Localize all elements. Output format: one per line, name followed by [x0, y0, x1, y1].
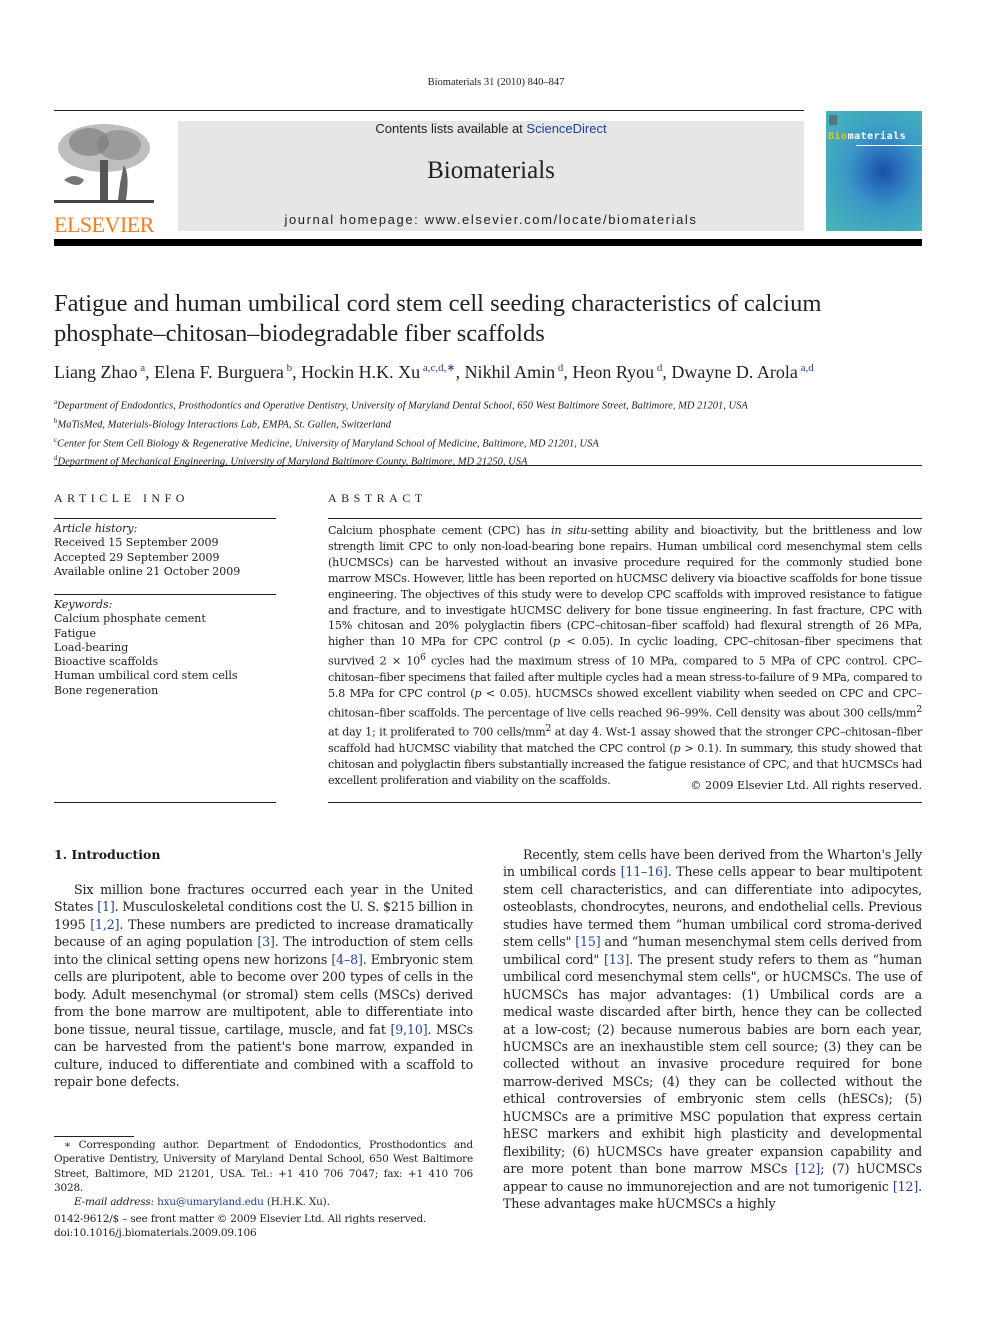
abstract-rule: [328, 518, 922, 519]
reference-link[interactable]: [11–16]: [621, 864, 668, 879]
section-rule: [54, 465, 922, 466]
header-rule: [54, 110, 804, 111]
abstract-text-italic: in situ: [551, 524, 588, 537]
affiliation-item: bMaTisMed, Materials-Biology Interaction…: [54, 414, 934, 433]
history-label: Article history:: [54, 522, 138, 535]
keyword-item: Calcium phosphate cement: [54, 612, 206, 626]
contents-prefix: Contents lists available at: [375, 121, 527, 136]
journal-banner: Contents lists available at ScienceDirec…: [178, 121, 804, 231]
abstract-rule: [328, 802, 922, 803]
header-thick-rule: [54, 239, 922, 246]
corresponding-text: ∗ Corresponding author. Department of En…: [54, 1139, 473, 1194]
keyword-item: Load-bearing: [54, 640, 129, 654]
journal-cover-image[interactable]: Biomaterials: [826, 111, 922, 231]
history-item: Accepted 29 September 2009: [54, 550, 220, 564]
journal-homepage[interactable]: journal homepage: www.elsevier.com/locat…: [178, 212, 804, 227]
journal-citation: Biomaterials 31 (2010) 840–847: [427, 77, 565, 88]
cover-title-accent: Bio: [828, 131, 848, 142]
abstract-text: Calcium phosphate cement (CPC) has: [328, 524, 552, 537]
intro-paragraph: Recently, stem cells have been derived f…: [503, 846, 922, 1213]
info-rule: [54, 802, 276, 803]
reference-link[interactable]: [3]: [257, 934, 275, 949]
article-history: Article history: Received 15 September 2…: [54, 522, 276, 579]
intro-paragraph: Six million bone fractures occurred each…: [54, 881, 473, 1090]
affiliation-list: aDepartment of Endodontics, Prosthodonti…: [54, 395, 934, 470]
keyword-item: Fatigue: [54, 626, 97, 640]
cover-title-rest: materials: [847, 131, 907, 142]
keyword-item: Bone regeneration: [54, 683, 159, 697]
keywords: Keywords: Calcium phosphate cement Fatig…: [54, 598, 276, 698]
info-rule: [54, 518, 276, 519]
cover-publisher-mark-icon: [829, 115, 837, 125]
author-list: Liang Zhao a, Elena F. Burguera b, Hocki…: [54, 362, 814, 382]
author-name: Heon Ryou: [572, 362, 655, 382]
cover-title: Biomaterials: [828, 131, 906, 142]
email-suffix: (H.H.K. Xu).: [263, 1196, 330, 1209]
reference-link[interactable]: [12]: [893, 1179, 918, 1194]
affiliation-text: Department of Endodontics, Prosthodontic…: [57, 400, 748, 412]
abstract-text-italic: p: [552, 635, 560, 649]
abstract-text: at day 1; it proliferated to 700 cells/m…: [328, 726, 546, 740]
affiliation-text: Department of Mechanical Engineering, Un…: [57, 456, 528, 468]
contents-line: Contents lists available at ScienceDirec…: [178, 121, 804, 136]
affiliation-text: MaTisMed, Materials-Biology Interactions…: [57, 419, 391, 431]
journal-name: Biomaterials: [427, 157, 555, 184]
publisher-name: ELSEVIER: [54, 212, 154, 237]
article-info-heading: ARTICLE INFO: [54, 491, 189, 505]
cover-underline: [856, 145, 922, 146]
reference-link[interactable]: [1]: [97, 899, 115, 914]
keywords-label: Keywords:: [54, 598, 113, 611]
history-item: Received 15 September 2009: [54, 536, 219, 550]
article-title: Fatigue and human umbilical cord stem ce…: [54, 290, 822, 347]
author-affiliation-marker[interactable]: a,d: [798, 362, 814, 374]
corresponding-author-footnote: ∗ Corresponding author. Department of En…: [54, 1138, 473, 1209]
keyword-item: Human umbilical cord stem cells: [54, 669, 238, 683]
abstract-text: -setting ability and bioactivity, but th…: [328, 524, 922, 649]
author-affiliation-marker[interactable]: d: [654, 362, 663, 374]
elsevier-tree-icon: [54, 120, 154, 208]
intro-left-column: Six million bone fractures occurred each…: [54, 881, 473, 1090]
author-name: Nikhil Amin: [464, 362, 556, 382]
intro-right-column: Recently, stem cells have been derived f…: [503, 846, 922, 1213]
front-matter: 0142-9612/$ – see front matter © 2009 El…: [54, 1212, 473, 1241]
issn-line: 0142-9612/$ – see front matter © 2009 El…: [54, 1213, 427, 1225]
elsevier-logo[interactable]: ELSEVIER: [54, 120, 156, 236]
sciencedirect-link[interactable]: ScienceDirect: [526, 121, 606, 136]
reference-link[interactable]: [4–8]: [331, 952, 363, 967]
email-link[interactable]: hxu@umaryland.edu: [157, 1196, 264, 1208]
author-name: Elena F. Burguera: [154, 362, 284, 382]
author-affiliation-marker[interactable]: a,c,d,∗: [420, 362, 456, 374]
history-item: Available online 21 October 2009: [54, 564, 241, 578]
abstract-body: Calcium phosphate cement (CPC) has in si…: [328, 523, 922, 789]
footnote-rule: [54, 1136, 134, 1137]
doi-line[interactable]: doi:10.1016/j.biomaterials.2009.09.106: [54, 1226, 473, 1240]
affiliation-item: dDepartment of Mechanical Engineering, U…: [54, 451, 934, 470]
reference-link[interactable]: [15]: [575, 934, 600, 949]
info-rule: [54, 594, 276, 595]
reference-link[interactable]: [12]: [795, 1161, 820, 1176]
abstract-copyright: © 2009 Elsevier Ltd. All rights reserved…: [690, 779, 922, 792]
author-affiliation-marker[interactable]: a: [137, 362, 145, 374]
affiliation-item: cCenter for Stem Cell Biology & Regenera…: [54, 433, 934, 452]
author-name: Hockin H.K. Xu: [301, 362, 421, 382]
reference-link[interactable]: [1,2]: [90, 917, 119, 932]
email-label: E-mail address:: [74, 1196, 154, 1209]
author-affiliation-marker[interactable]: d: [555, 362, 564, 374]
affiliation-text: Center for Stem Cell Biology & Regenerat…: [57, 438, 599, 450]
reference-link[interactable]: [9,10]: [390, 1022, 427, 1037]
email-line: E-mail address: hxu@umaryland.edu (H.H.K…: [54, 1195, 473, 1209]
introduction-heading: 1. Introduction: [54, 847, 161, 862]
paragraph-text: . The present study refers to them as “h…: [503, 951, 922, 1177]
reference-link[interactable]: [13]: [604, 952, 629, 967]
author-affiliation-marker[interactable]: b: [284, 362, 293, 374]
abstract-heading: ABSTRACT: [328, 491, 427, 505]
author-name: Liang Zhao: [54, 362, 138, 382]
keyword-item: Bioactive scaffolds: [54, 655, 159, 669]
affiliation-item: aDepartment of Endodontics, Prosthodonti…: [54, 395, 934, 414]
author-name: Dwayne D. Arola: [671, 362, 798, 382]
abstract-superscript: 2: [916, 703, 922, 715]
